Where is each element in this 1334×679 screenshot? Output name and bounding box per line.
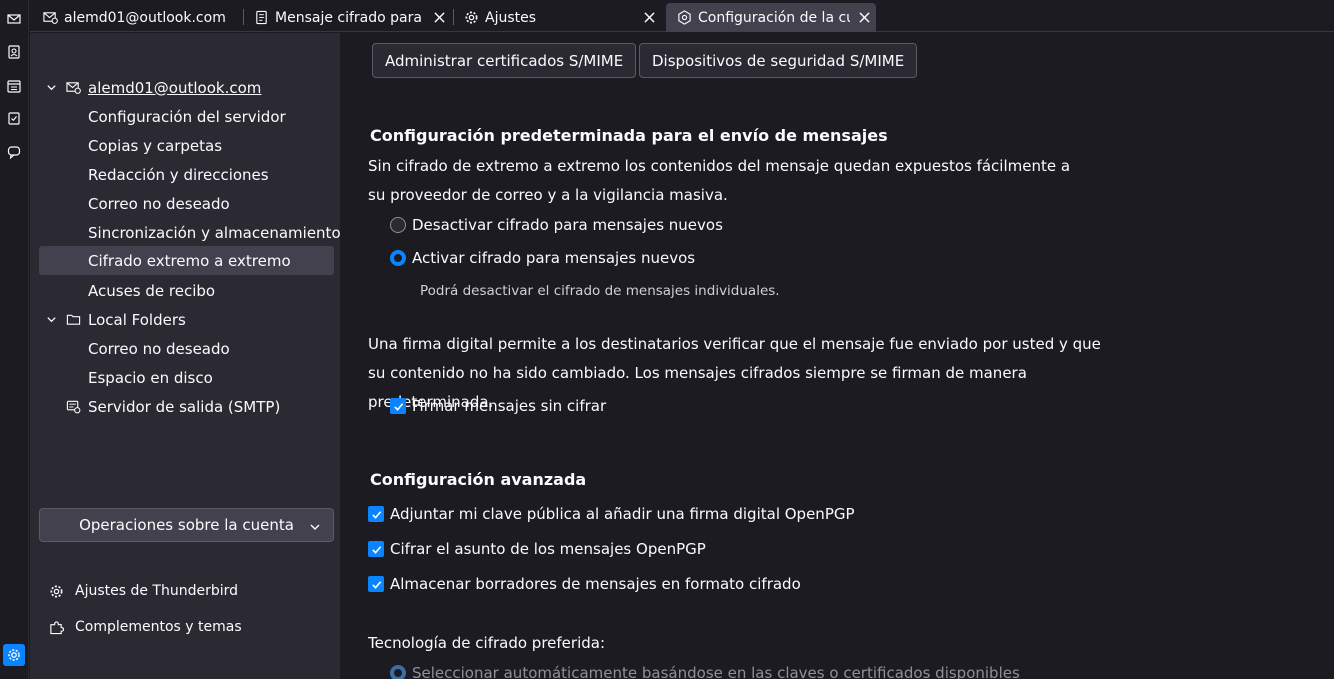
check-attach-public-key[interactable]: Adjuntar mi clave pública al añadir una … — [368, 505, 855, 523]
mail-account-icon — [65, 80, 81, 96]
checkbox-checked[interactable] — [368, 506, 384, 522]
preferred-technology-label: Tecnología de cifrado preferida: — [368, 634, 606, 652]
advanced-settings-heading: Configuración avanzada — [370, 470, 587, 489]
tab-bar: alemd01@outlook.com Mensaje cifrado para… — [30, 0, 1334, 32]
settings-pane: Administrar certificados S/MIME Disposit… — [340, 33, 1334, 679]
account-tree: alemd01@outlook.com Configuración del se… — [30, 33, 341, 679]
radio-auto-select[interactable]: Seleccionar automáticamente basándose en… — [390, 664, 1020, 679]
puzzle-icon — [48, 619, 64, 635]
account-operations-button[interactable]: Operaciones sobre la cuenta — [39, 508, 334, 542]
tree-item-e2e-encryption[interactable]: Cifrado extremo a extremo — [39, 246, 334, 275]
tab-separator — [243, 9, 244, 25]
addons-themes-link[interactable]: Complementos y temas — [48, 615, 242, 639]
footer-link-label: Complementos y temas — [75, 619, 242, 635]
tree-local-folders[interactable]: Local Folders — [39, 306, 334, 333]
spaces-toolbar — [0, 0, 29, 679]
thunderbird-settings-link[interactable]: Ajustes de Thunderbird — [48, 579, 238, 603]
gear-icon — [463, 10, 479, 26]
tab-label: Ajustes — [485, 9, 537, 26]
tree-item-label: Correo no deseado — [88, 194, 230, 213]
radio-button-selected[interactable] — [390, 665, 406, 679]
radio-label: Seleccionar automáticamente basándose en… — [412, 664, 1020, 679]
tree-item-label: Acuses de recibo — [88, 281, 216, 300]
tree-item-sync-storage[interactable]: Sincronización y almacenamiento — [39, 219, 341, 246]
button-label: Dispositivos de seguridad S/MIME — [652, 51, 905, 70]
close-icon[interactable] — [431, 9, 447, 25]
checkbox-label: Cifrar el asunto de los mensajes OpenPGP — [390, 540, 706, 558]
encryption-hint: Podrá desactivar el cifrado de mensajes … — [420, 283, 780, 299]
radio-disable-encryption[interactable]: Desactivar cifrado para mensajes nuevos — [390, 216, 723, 234]
default-sending-description: Sin cifrado de extremo a extremo los con… — [368, 157, 1071, 204]
tab-label: alemd01@outlook.com — [64, 9, 226, 26]
manage-smime-certs-button[interactable]: Administrar certificados S/MIME — [372, 43, 637, 78]
outgoing-server-icon — [65, 399, 81, 415]
radio-label: Activar cifrado para mensajes nuevos — [412, 249, 696, 267]
mail-account-icon — [42, 10, 58, 26]
tree-item-smtp[interactable]: Servidor de salida (SMTP) — [39, 393, 334, 420]
tree-item-label: Espacio en disco — [88, 368, 213, 387]
tree-item-label: Sincronización y almacenamiento — [88, 223, 341, 242]
tree-item-label: Configuración del servidor — [88, 107, 286, 126]
default-sending-heading: Configuración predeterminada para el env… — [370, 126, 888, 145]
radio-button-selected[interactable] — [390, 250, 406, 266]
tree-item-disk-space[interactable]: Espacio en disco — [39, 364, 334, 391]
checkbox-label: Adjuntar mi clave pública al añadir una … — [390, 505, 855, 523]
chevron-down-icon[interactable] — [45, 82, 57, 94]
account-operations-label: Operaciones sobre la cuenta — [79, 516, 294, 534]
tasks-icon[interactable] — [5, 109, 23, 127]
button-label: Administrar certificados S/MIME — [385, 51, 624, 70]
address-book-icon[interactable] — [5, 43, 23, 61]
tab-label: Mensaje cifrado para A — [275, 9, 425, 26]
footer-link-label: Ajustes de Thunderbird — [75, 583, 239, 599]
tree-item-junk[interactable]: Correo no deseado — [39, 190, 334, 217]
tree-item-receipts[interactable]: Acuses de recibo — [39, 277, 334, 304]
tree-item-label: Servidor de salida (SMTP) — [88, 397, 281, 416]
folder-icon — [65, 312, 81, 328]
document-icon — [253, 10, 269, 26]
chevron-down-icon[interactable] — [45, 314, 57, 326]
close-icon[interactable] — [856, 9, 872, 25]
tree-item-composition[interactable]: Redacción y direcciones — [39, 161, 334, 188]
checkbox-label: Firmar mensajes sin cifrar — [412, 397, 607, 415]
check-sign-unencrypted[interactable]: Firmar mensajes sin cifrar — [390, 397, 606, 415]
tree-item-local-junk[interactable]: Correo no deseado — [39, 335, 334, 362]
tab-label: Configuración de la cue — [698, 9, 850, 26]
radio-button[interactable] — [390, 217, 406, 233]
checkbox-checked[interactable] — [368, 576, 384, 592]
tree-item-label: Correo no deseado — [88, 339, 230, 358]
calendar-icon[interactable] — [5, 77, 23, 95]
checkbox-label: Almacenar borradores de mensajes en form… — [390, 575, 801, 593]
tree-item-label: Local Folders — [88, 310, 186, 329]
check-encrypted-drafts[interactable]: Almacenar borradores de mensajes en form… — [368, 575, 801, 593]
tree-item-label: Cifrado extremo a extremo — [88, 251, 291, 270]
tree-item-copies-folders[interactable]: Copias y carpetas — [39, 132, 334, 159]
tree-item-server-settings[interactable]: Configuración del servidor — [39, 103, 334, 130]
tab-account-settings[interactable]: Configuración de la cue — [666, 3, 876, 32]
radio-label: Desactivar cifrado para mensajes nuevos — [412, 216, 723, 234]
chat-icon[interactable] — [5, 143, 23, 161]
gear-icon — [48, 583, 64, 599]
smime-security-devices-button[interactable]: Dispositivos de seguridad S/MIME — [639, 43, 918, 78]
radio-enable-encryption[interactable]: Activar cifrado para mensajes nuevos — [390, 249, 695, 267]
account-settings-icon — [676, 10, 692, 26]
tab-separator — [453, 9, 454, 25]
chevron-down-icon — [309, 519, 321, 531]
mail-space-icon[interactable] — [5, 10, 23, 28]
checkbox-checked[interactable] — [390, 398, 406, 414]
tree-account[interactable]: alemd01@outlook.com — [39, 74, 334, 101]
tree-item-label: Copias y carpetas — [88, 136, 223, 155]
tab-account-mail[interactable]: alemd01@outlook.com — [42, 3, 242, 32]
tab-settings[interactable]: Ajustes — [463, 3, 661, 32]
account-name: alemd01@outlook.com — [88, 78, 262, 97]
tab-encrypted-message[interactable]: Mensaje cifrado para A — [253, 3, 451, 32]
settings-space-icon[interactable] — [3, 644, 25, 666]
tree-item-label: Redacción y direcciones — [88, 165, 269, 184]
checkbox-checked[interactable] — [368, 541, 384, 557]
close-icon[interactable] — [641, 9, 657, 25]
check-encrypt-subject[interactable]: Cifrar el asunto de los mensajes OpenPGP — [368, 540, 706, 558]
